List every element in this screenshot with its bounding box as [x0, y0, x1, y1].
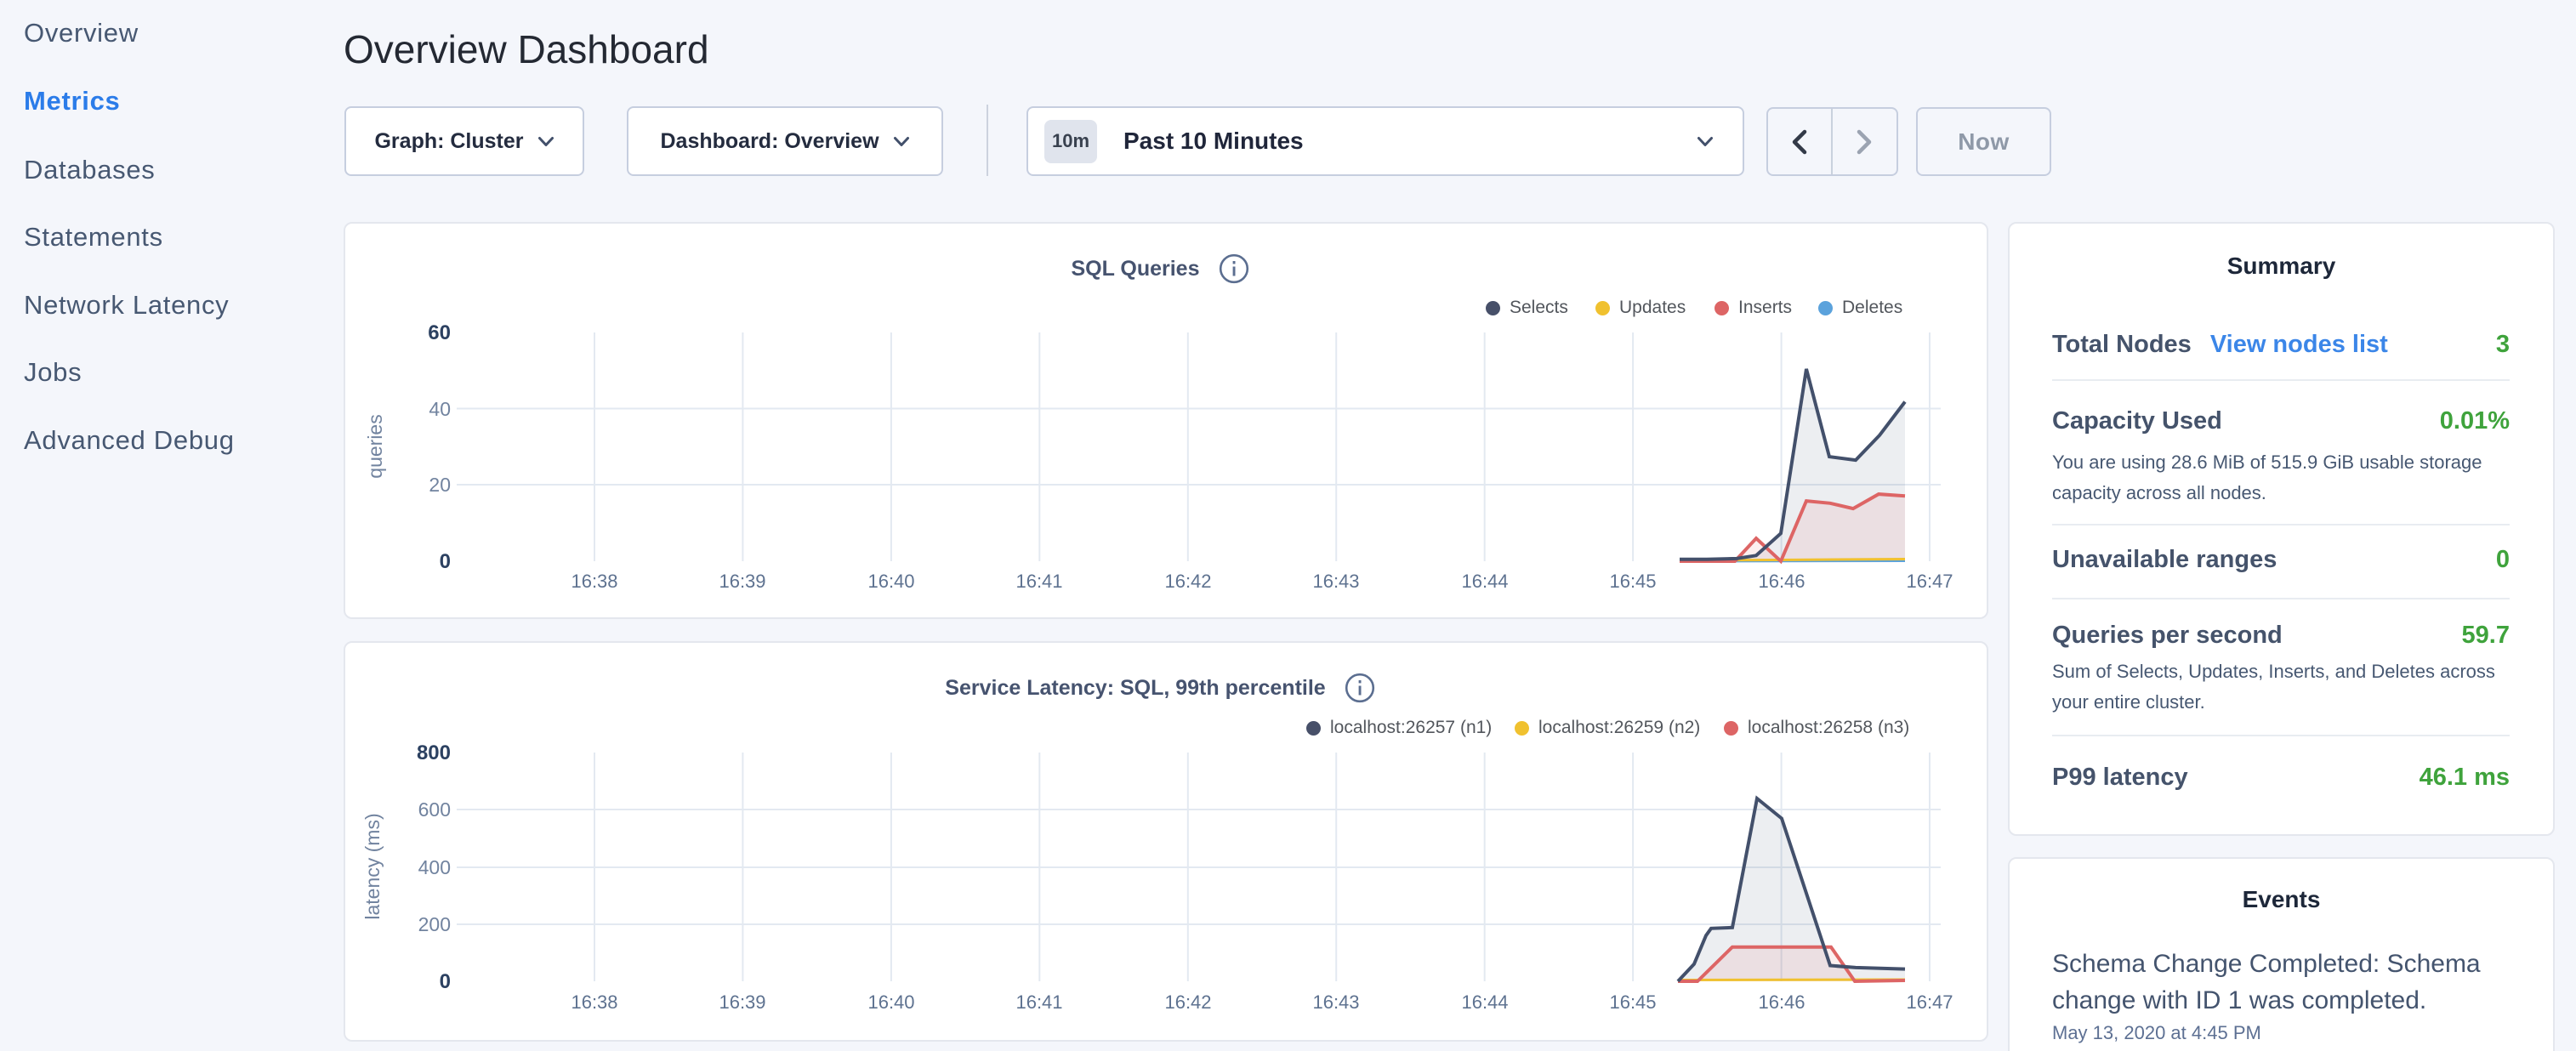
svg-text:16:44: 16:44 — [1461, 991, 1508, 1013]
svg-text:16:46: 16:46 — [1758, 991, 1805, 1013]
svg-text:600: 600 — [418, 798, 451, 821]
svg-text:latency (ms): latency (ms) — [361, 813, 384, 919]
svg-text:16:45: 16:45 — [1609, 571, 1656, 592]
svg-text:16:39: 16:39 — [719, 571, 765, 592]
svg-text:0: 0 — [440, 970, 451, 993]
svg-text:16:39: 16:39 — [719, 991, 765, 1013]
svg-text:800: 800 — [417, 741, 451, 764]
svg-text:16:38: 16:38 — [571, 991, 617, 1013]
svg-text:16:42: 16:42 — [1164, 571, 1211, 592]
svg-text:200: 200 — [418, 913, 451, 935]
svg-text:16:40: 16:40 — [867, 991, 914, 1013]
svg-text:16:38: 16:38 — [571, 571, 617, 592]
svg-text:16:47: 16:47 — [1906, 571, 1953, 592]
svg-text:16:43: 16:43 — [1312, 571, 1359, 592]
svg-text:16:42: 16:42 — [1164, 991, 1211, 1013]
svg-text:16:44: 16:44 — [1461, 571, 1508, 592]
svg-text:0: 0 — [440, 550, 451, 573]
svg-text:60: 60 — [428, 321, 451, 344]
svg-text:16:47: 16:47 — [1906, 991, 1953, 1013]
svg-text:queries: queries — [364, 414, 386, 478]
svg-text:16:40: 16:40 — [867, 571, 914, 592]
svg-text:16:45: 16:45 — [1609, 991, 1656, 1013]
svg-text:16:43: 16:43 — [1312, 991, 1359, 1013]
svg-text:16:41: 16:41 — [1015, 571, 1062, 592]
svg-text:16:41: 16:41 — [1015, 991, 1062, 1013]
svg-text:40: 40 — [429, 398, 451, 420]
svg-text:400: 400 — [418, 856, 451, 878]
svg-text:16:46: 16:46 — [1758, 571, 1805, 592]
svg-text:20: 20 — [429, 474, 451, 496]
